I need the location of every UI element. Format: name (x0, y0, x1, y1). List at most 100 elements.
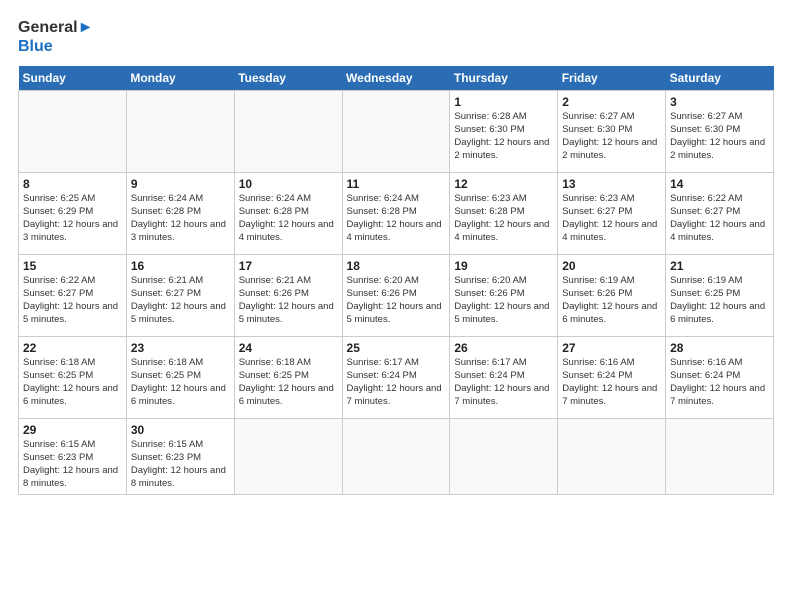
calendar-table: Sunday Monday Tuesday Wednesday Thursday… (18, 66, 774, 494)
calendar-cell: 3 Sunrise: 6:27 AM Sunset: 6:30 PM Dayli… (666, 91, 774, 173)
calendar-cell: 1 Sunrise: 6:28 AM Sunset: 6:30 PM Dayli… (450, 91, 558, 173)
day-number: 27 (562, 341, 661, 355)
day-number: 1 (454, 95, 553, 109)
col-monday: Monday (126, 66, 234, 91)
day-detail: Sunrise: 6:25 AM Sunset: 6:29 PM Dayligh… (23, 193, 122, 244)
col-saturday: Saturday (666, 66, 774, 91)
col-thursday: Thursday (450, 66, 558, 91)
day-number: 9 (131, 177, 230, 191)
calendar-cell: 20 Sunrise: 6:19 AM Sunset: 6:26 PM Dayl… (558, 255, 666, 337)
col-friday: Friday (558, 66, 666, 91)
week-row-1: 1 Sunrise: 6:28 AM Sunset: 6:30 PM Dayli… (19, 91, 774, 173)
day-number: 25 (347, 341, 446, 355)
day-detail: Sunrise: 6:24 AM Sunset: 6:28 PM Dayligh… (239, 193, 338, 244)
col-tuesday: Tuesday (234, 66, 342, 91)
day-detail: Sunrise: 6:24 AM Sunset: 6:28 PM Dayligh… (131, 193, 230, 244)
day-number: 17 (239, 259, 338, 273)
calendar-cell (234, 419, 342, 494)
week-row-5: 29 Sunrise: 6:15 AM Sunset: 6:23 PM Dayl… (19, 419, 774, 494)
calendar-cell: 24 Sunrise: 6:18 AM Sunset: 6:25 PM Dayl… (234, 337, 342, 419)
day-number: 20 (562, 259, 661, 273)
day-detail: Sunrise: 6:24 AM Sunset: 6:28 PM Dayligh… (347, 193, 446, 244)
calendar-cell: 23 Sunrise: 6:18 AM Sunset: 6:25 PM Dayl… (126, 337, 234, 419)
col-sunday: Sunday (19, 66, 127, 91)
calendar-cell: 21 Sunrise: 6:19 AM Sunset: 6:25 PM Dayl… (666, 255, 774, 337)
calendar-cell (342, 91, 450, 173)
calendar-cell: 26 Sunrise: 6:17 AM Sunset: 6:24 PM Dayl… (450, 337, 558, 419)
day-detail: Sunrise: 6:18 AM Sunset: 6:25 PM Dayligh… (131, 357, 230, 408)
day-detail: Sunrise: 6:17 AM Sunset: 6:24 PM Dayligh… (454, 357, 553, 408)
day-detail: Sunrise: 6:17 AM Sunset: 6:24 PM Dayligh… (347, 357, 446, 408)
day-number: 26 (454, 341, 553, 355)
calendar-cell (342, 419, 450, 494)
day-number: 2 (562, 95, 661, 109)
day-detail: Sunrise: 6:27 AM Sunset: 6:30 PM Dayligh… (562, 111, 661, 162)
day-number: 28 (670, 341, 769, 355)
day-number: 21 (670, 259, 769, 273)
day-detail: Sunrise: 6:21 AM Sunset: 6:26 PM Dayligh… (239, 275, 338, 326)
calendar-cell: 2 Sunrise: 6:27 AM Sunset: 6:30 PM Dayli… (558, 91, 666, 173)
day-number: 12 (454, 177, 553, 191)
day-number: 13 (562, 177, 661, 191)
day-detail: Sunrise: 6:16 AM Sunset: 6:24 PM Dayligh… (670, 357, 769, 408)
day-number: 11 (347, 177, 446, 191)
day-detail: Sunrise: 6:15 AM Sunset: 6:23 PM Dayligh… (23, 439, 122, 490)
calendar-cell: 25 Sunrise: 6:17 AM Sunset: 6:24 PM Dayl… (342, 337, 450, 419)
calendar-cell: 11 Sunrise: 6:24 AM Sunset: 6:28 PM Dayl… (342, 173, 450, 255)
page: General► Blue Sunday Monday Tuesday Wedn… (0, 0, 792, 505)
day-detail: Sunrise: 6:20 AM Sunset: 6:26 PM Dayligh… (454, 275, 553, 326)
day-detail: Sunrise: 6:19 AM Sunset: 6:25 PM Dayligh… (670, 275, 769, 326)
col-wednesday: Wednesday (342, 66, 450, 91)
day-detail: Sunrise: 6:27 AM Sunset: 6:30 PM Dayligh… (670, 111, 769, 162)
day-detail: Sunrise: 6:19 AM Sunset: 6:26 PM Dayligh… (562, 275, 661, 326)
day-number: 10 (239, 177, 338, 191)
day-number: 29 (23, 423, 122, 437)
day-detail: Sunrise: 6:18 AM Sunset: 6:25 PM Dayligh… (23, 357, 122, 408)
calendar-cell: 9 Sunrise: 6:24 AM Sunset: 6:28 PM Dayli… (126, 173, 234, 255)
logo: General► Blue (18, 18, 93, 56)
calendar-cell: 19 Sunrise: 6:20 AM Sunset: 6:26 PM Dayl… (450, 255, 558, 337)
day-number: 24 (239, 341, 338, 355)
day-number: 22 (23, 341, 122, 355)
day-number: 16 (131, 259, 230, 273)
day-detail: Sunrise: 6:22 AM Sunset: 6:27 PM Dayligh… (23, 275, 122, 326)
calendar-cell: 22 Sunrise: 6:18 AM Sunset: 6:25 PM Dayl… (19, 337, 127, 419)
header: General► Blue (18, 18, 774, 56)
calendar-cell: 17 Sunrise: 6:21 AM Sunset: 6:26 PM Dayl… (234, 255, 342, 337)
calendar-cell (558, 419, 666, 494)
calendar-cell (19, 91, 127, 173)
day-detail: Sunrise: 6:23 AM Sunset: 6:28 PM Dayligh… (454, 193, 553, 244)
day-number: 23 (131, 341, 230, 355)
day-number: 8 (23, 177, 122, 191)
calendar-cell: 28 Sunrise: 6:16 AM Sunset: 6:24 PM Dayl… (666, 337, 774, 419)
header-row: Sunday Monday Tuesday Wednesday Thursday… (19, 66, 774, 91)
day-number: 3 (670, 95, 769, 109)
calendar-cell (234, 91, 342, 173)
calendar-cell: 15 Sunrise: 6:22 AM Sunset: 6:27 PM Dayl… (19, 255, 127, 337)
day-detail: Sunrise: 6:21 AM Sunset: 6:27 PM Dayligh… (131, 275, 230, 326)
day-number: 14 (670, 177, 769, 191)
calendar-cell: 13 Sunrise: 6:23 AM Sunset: 6:27 PM Dayl… (558, 173, 666, 255)
week-row-4: 22 Sunrise: 6:18 AM Sunset: 6:25 PM Dayl… (19, 337, 774, 419)
day-number: 30 (131, 423, 230, 437)
day-number: 19 (454, 259, 553, 273)
calendar-cell: 14 Sunrise: 6:22 AM Sunset: 6:27 PM Dayl… (666, 173, 774, 255)
calendar-cell: 12 Sunrise: 6:23 AM Sunset: 6:28 PM Dayl… (450, 173, 558, 255)
calendar-cell: 29 Sunrise: 6:15 AM Sunset: 6:23 PM Dayl… (19, 419, 127, 494)
day-detail: Sunrise: 6:16 AM Sunset: 6:24 PM Dayligh… (562, 357, 661, 408)
calendar-cell: 16 Sunrise: 6:21 AM Sunset: 6:27 PM Dayl… (126, 255, 234, 337)
calendar-cell (126, 91, 234, 173)
day-detail: Sunrise: 6:20 AM Sunset: 6:26 PM Dayligh… (347, 275, 446, 326)
day-number: 15 (23, 259, 122, 273)
calendar-cell: 8 Sunrise: 6:25 AM Sunset: 6:29 PM Dayli… (19, 173, 127, 255)
calendar-cell: 10 Sunrise: 6:24 AM Sunset: 6:28 PM Dayl… (234, 173, 342, 255)
calendar-cell: 27 Sunrise: 6:16 AM Sunset: 6:24 PM Dayl… (558, 337, 666, 419)
calendar-cell: 18 Sunrise: 6:20 AM Sunset: 6:26 PM Dayl… (342, 255, 450, 337)
week-row-2: 8 Sunrise: 6:25 AM Sunset: 6:29 PM Dayli… (19, 173, 774, 255)
calendar-cell (666, 419, 774, 494)
calendar-cell (450, 419, 558, 494)
day-detail: Sunrise: 6:28 AM Sunset: 6:30 PM Dayligh… (454, 111, 553, 162)
week-row-3: 15 Sunrise: 6:22 AM Sunset: 6:27 PM Dayl… (19, 255, 774, 337)
day-detail: Sunrise: 6:23 AM Sunset: 6:27 PM Dayligh… (562, 193, 661, 244)
day-detail: Sunrise: 6:18 AM Sunset: 6:25 PM Dayligh… (239, 357, 338, 408)
